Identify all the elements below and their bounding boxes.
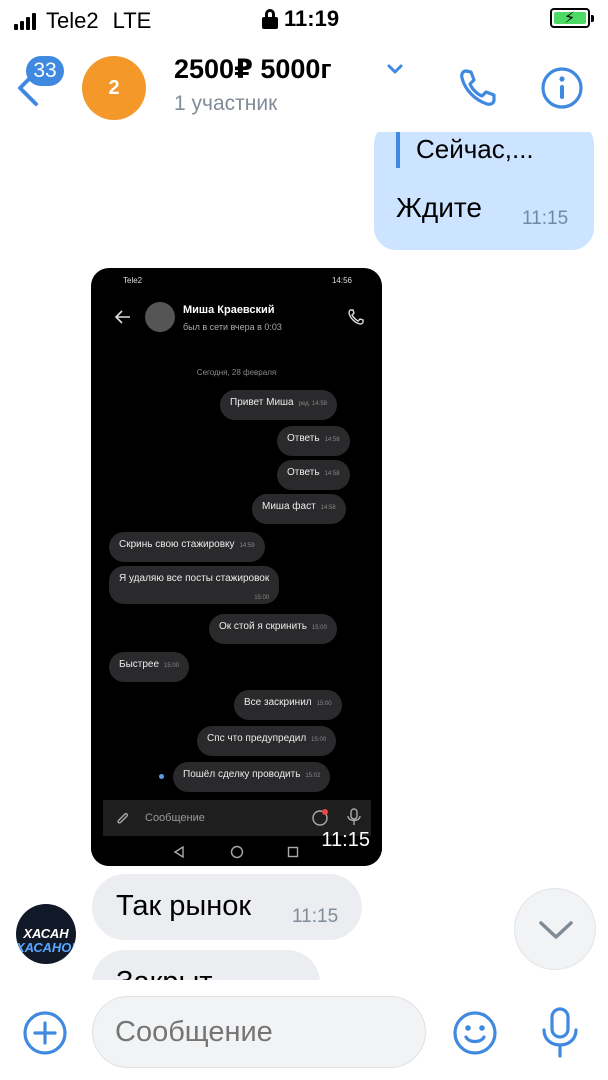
embedded-message: Быстрее 15:00 xyxy=(109,652,190,682)
embedded-status-bar: Tele2 14:56 xyxy=(91,268,382,292)
embedded-time: 14:56 xyxy=(331,276,352,285)
status-left: Tele2 LTE xyxy=(14,8,151,34)
status-center: 11:19 xyxy=(262,6,339,32)
message-list[interactable]: Сейчас,... Ждите 11:15 Tele2 14:56 Миша … xyxy=(0,132,608,980)
embedded-message: Ответь 14:58 xyxy=(277,460,350,490)
message-input[interactable] xyxy=(92,996,426,1068)
message-text: Закрыт xyxy=(116,966,213,980)
embedded-message: Ок стой я скринить 15:00 xyxy=(209,614,337,644)
embedded-message: Миша фаст 14:58 xyxy=(252,494,346,524)
chat-subtitle: 1 участник xyxy=(174,92,278,115)
message-composer xyxy=(0,980,608,1080)
lock-icon xyxy=(262,9,278,29)
embedded-message: Пошёл сделку проводить 15:02 xyxy=(173,762,331,792)
add-attachment-icon[interactable] xyxy=(22,1010,68,1056)
embedded-message: Спс что предупредил 15:00 xyxy=(197,726,337,756)
carrier-label: Tele2 xyxy=(46,8,99,33)
incoming-message[interactable]: Закрыт xyxy=(92,950,320,980)
embedded-message: Ответь 14:58 xyxy=(277,426,350,456)
embedded-phone-icon xyxy=(348,309,364,325)
embedded-date-separator: Сегодня, 28 февраля xyxy=(196,368,277,377)
chat-title[interactable]: 2500₽ 5000г xyxy=(174,54,332,85)
message-text: Так рынок xyxy=(116,890,252,922)
embedded-recents-icon xyxy=(287,846,299,858)
embedded-avatar xyxy=(145,302,175,332)
microphone-icon[interactable] xyxy=(540,1006,580,1058)
embedded-mic-icon xyxy=(347,808,361,825)
chat-avatar[interactable]: 2 xyxy=(82,56,146,120)
phone-icon[interactable] xyxy=(456,66,500,110)
embedded-home-icon xyxy=(230,845,244,859)
chat-header: 33 2 2500₽ 5000г 1 участник xyxy=(0,40,608,132)
embedded-message: Скринь свою стажировку 14:59 xyxy=(109,532,265,562)
incoming-message[interactable]: Так рынок 11:15 xyxy=(92,874,362,940)
embedded-back-arrow-icon xyxy=(115,310,130,324)
battery-charging-icon xyxy=(550,8,594,28)
chevron-down-icon xyxy=(539,921,573,939)
embedded-message: Все заскринил 15:00 xyxy=(234,690,342,720)
embedded-input-placeholder: Сообщение xyxy=(145,812,205,824)
info-icon[interactable] xyxy=(540,66,584,110)
network-label: LTE xyxy=(112,8,152,33)
outgoing-message[interactable]: Сейчас,... Ждите 11:15 xyxy=(374,132,594,250)
embedded-contact-status: был в сети вчера в 0:03 xyxy=(183,322,282,332)
embedded-message: Я удаляю все посты стажировок 15:00 xyxy=(109,566,280,604)
embedded-back-nav-icon xyxy=(173,846,184,858)
unread-count-badge[interactable]: 33 xyxy=(26,56,64,86)
embedded-chat-header: Миша Краевский был в сети вчера в 0:03 xyxy=(91,292,382,342)
chevron-down-icon[interactable] xyxy=(386,62,404,76)
embedded-unread-dot xyxy=(159,774,164,779)
embedded-carrier: Tele2 xyxy=(123,276,143,285)
avatar-caption-line2: ХАСАНОВ xyxy=(16,940,76,955)
status-bar: Tele2 LTE 11:19 xyxy=(0,0,608,40)
message-time: 11:15 xyxy=(522,208,569,229)
sender-avatar[interactable]: ХАСАН ХАСАНОВ xyxy=(16,904,76,964)
embedded-emoji-icon xyxy=(312,809,328,826)
photo-message[interactable]: Tele2 14:56 Миша Краевский был в сети вч… xyxy=(91,268,382,866)
clock: 11:19 xyxy=(284,6,340,31)
message-text: Ждите xyxy=(396,192,482,223)
message-time: 11:15 xyxy=(292,906,339,927)
signal-icon xyxy=(14,12,36,30)
embedded-contact-name: Миша Краевский xyxy=(183,304,275,316)
reply-indicator xyxy=(396,132,400,168)
reply-preview[interactable]: Сейчас,... xyxy=(416,134,534,165)
avatar-caption-line1: ХАСАН xyxy=(23,926,69,941)
emoji-icon[interactable] xyxy=(452,1010,498,1056)
embedded-attach-icon xyxy=(117,812,128,824)
photo-time: 11:15 xyxy=(321,829,370,851)
scroll-down-button[interactable] xyxy=(514,888,596,970)
embedded-message: Привет Миша ред. 14:58 xyxy=(220,390,338,420)
